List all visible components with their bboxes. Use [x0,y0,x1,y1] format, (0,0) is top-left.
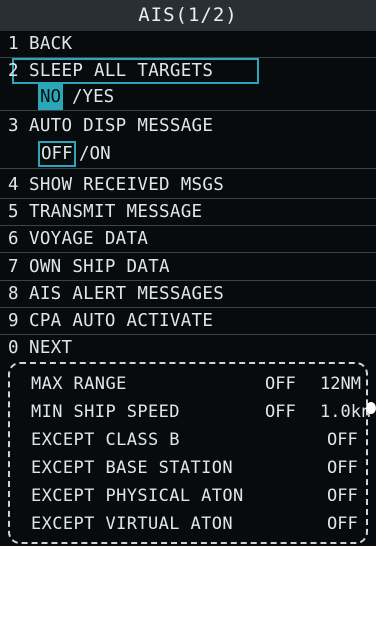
filter-row-except-virtual-aton: EXCEPT VIRTUAL ATON OFF [0,510,376,538]
menu-item-show-received-msgs[interactable]: 4 SHOW RECEIVED MSGS [0,172,376,198]
filter-label: MIN SHIP SPEED [31,402,180,422]
filter-row-max-range: MAX RANGE OFF 12NM [0,370,376,398]
menu-item-label: TRANSMIT MESSAGE [29,202,203,222]
filter-label: EXCEPT VIRTUAL ATON [31,514,234,534]
menu-item-number: 6 [8,229,19,249]
menu-item-back[interactable]: 1 BACK [0,31,376,57]
menu-item-own-ship-data[interactable]: 7 OWN SHIP DATA [0,254,376,280]
filter-state: OFF [327,430,358,450]
menu-title: AIS(1/2) [0,0,376,31]
menu-item-number: 3 [8,116,19,136]
menu-item-sleep-all-targets[interactable]: 2 SLEEP ALL TARGETS [0,58,376,84]
menu-item-number: 2 [8,61,19,81]
auto-disp-message-options: OFF /ON [0,141,376,167]
filter-label: EXCEPT BASE STATION [31,458,234,478]
menu-item-next[interactable]: 0 NEXT [0,335,376,361]
menu-item-auto-disp-message[interactable]: 3 AUTO DISP MESSAGE [0,113,376,139]
divider [0,110,376,111]
menu-item-number: 8 [8,284,19,304]
menu-item-number: 7 [8,257,19,277]
callout-dot-icon [366,402,376,414]
menu-item-label: BACK [29,34,73,54]
option-no[interactable]: NO [38,84,64,110]
option-off[interactable]: OFF [38,141,76,167]
option-on[interactable]: /ON [79,141,111,167]
filter-label: EXCEPT CLASS B [31,430,180,450]
menu-item-number: 4 [8,175,19,195]
filter-row-except-physical-aton: EXCEPT PHYSICAL ATON OFF [0,482,376,510]
menu-item-label: VOYAGE DATA [29,229,149,249]
menu-item-label: NEXT [29,338,73,358]
filter-state: OFF [265,374,296,394]
filter-state: OFF [327,458,358,478]
menu-item-ais-alert-messages[interactable]: 8 AIS ALERT MESSAGES [0,281,376,307]
ais-menu-panel: AIS(1/2) 1 BACK 2 SLEEP ALL TARGETS NO /… [0,0,376,546]
menu-item-label: AUTO DISP MESSAGE [29,116,214,136]
filter-state: OFF [327,514,358,534]
menu-item-cpa-auto-activate[interactable]: 9 CPA AUTO ACTIVATE [0,308,376,334]
filter-value: 12NM [320,374,361,394]
filter-row-except-class-b: EXCEPT CLASS B OFF [0,426,376,454]
menu-item-label: OWN SHIP DATA [29,257,170,277]
menu-item-label: AIS ALERT MESSAGES [29,284,225,304]
filter-label: MAX RANGE [31,374,127,394]
sleep-all-targets-options: NO /YES [0,84,376,110]
divider [0,168,376,169]
menu-item-label: SHOW RECEIVED MSGS [29,175,225,195]
filter-row-min-ship-speed: MIN SHIP SPEED OFF 1.0kn [0,398,376,426]
menu-item-transmit-message[interactable]: 5 TRANSMIT MESSAGE [0,199,376,225]
menu-item-number: 9 [8,311,19,331]
filter-label: EXCEPT PHYSICAL ATON [31,486,244,506]
menu-item-label: CPA AUTO ACTIVATE [29,311,214,331]
menu-item-number: 0 [8,338,19,358]
filter-state: OFF [265,402,296,422]
menu-item-number: 1 [8,34,19,54]
menu-item-voyage-data[interactable]: 6 VOYAGE DATA [0,226,376,252]
filter-value: 1.0kn [320,402,372,422]
divider [0,252,376,253]
filter-row-except-base-station: EXCEPT BASE STATION OFF [0,454,376,482]
menu-item-label: SLEEP ALL TARGETS [29,61,214,81]
option-yes[interactable]: /YES [72,84,114,110]
filter-state: OFF [327,486,358,506]
menu-item-number: 5 [8,202,19,222]
